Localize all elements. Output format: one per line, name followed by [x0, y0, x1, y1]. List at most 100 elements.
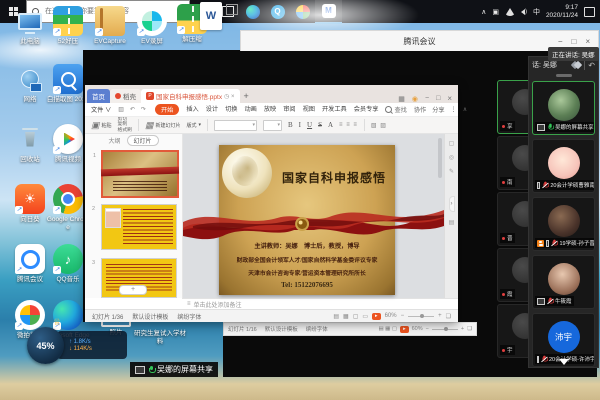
font-family-select[interactable]: ▾: [214, 120, 257, 131]
wps-window: 首页 稻壳 国家自科申报感悟.pptx◷ × + ▦ ◉ − □ × 文件 ∨ …: [85, 85, 458, 322]
underline-button[interactable]: U: [307, 121, 312, 129]
share-button[interactable]: 分享: [432, 105, 444, 114]
collapse-ribbon-icon[interactable]: ∧: [463, 106, 468, 113]
desktop-icon-evrec[interactable]: ↗ EV录屏: [130, 6, 174, 46]
new-slide-button[interactable]: ▦新建幻灯片: [145, 120, 181, 131]
comment-icon[interactable]: ✎: [449, 168, 454, 175]
wps-menu-5[interactable]: 动画: [244, 104, 256, 115]
wps-maximize-button[interactable]: □: [436, 95, 440, 102]
expand-panel-tab[interactable]: ›: [449, 196, 455, 212]
taskbar-clock[interactable]: 9:17 2020/11/24: [546, 4, 578, 19]
tray-app-icon[interactable]: ▣: [492, 8, 499, 16]
wps-menu-10[interactable]: 会员专享: [354, 104, 379, 115]
wps-tab-document[interactable]: 国家自科申报感悟.pptx◷ ×: [141, 89, 240, 103]
tray-expand-icon[interactable]: ∧: [481, 8, 486, 16]
fit-screen-icon[interactable]: ❏: [467, 326, 472, 332]
wps-menu-9[interactable]: 开发工具: [322, 104, 347, 115]
wps-menu-6[interactable]: 放映: [264, 104, 276, 115]
format-painter-button[interactable]: 格式刷: [118, 128, 132, 133]
meeting-minimize-button[interactable]: −: [558, 37, 563, 46]
slide[interactable]: 国家自科申报感悟 主讲教师：吴娜 博士后，教授，博导 财政部全国会计领军人才/国…: [219, 145, 395, 295]
meeting-close-button[interactable]: ×: [585, 37, 590, 46]
participant-tile[interactable]: 20会计学硕曹雅南: [532, 139, 595, 193]
return-icon[interactable]: ↶: [588, 61, 595, 70]
wps-menu-1[interactable]: 开始: [155, 104, 179, 115]
props-icon[interactable]: ▢: [449, 140, 455, 147]
wps-tab-docer[interactable]: 稻壳: [110, 89, 141, 103]
wps-menu-4[interactable]: 切换: [225, 104, 237, 115]
fit-screen-icon[interactable]: ❏: [446, 313, 451, 320]
slide-canvas[interactable]: 国家自科申报感悟 主讲教师：吴娜 博士后，教授，博导 财政部全国会计领军人才/国…: [183, 134, 444, 298]
strike-button[interactable]: S: [318, 121, 322, 129]
file-menu[interactable]: 文件 ∨: [91, 105, 111, 114]
zoom-slider[interactable]: [408, 316, 434, 317]
tab-close-icon[interactable]: ◷ ×: [224, 93, 234, 100]
collab-button[interactable]: 协作: [414, 105, 426, 114]
participant-tile[interactable]: 牛筱霞: [532, 255, 595, 309]
network-speed-widget[interactable]: ↑ 1.8K/s ↓ 114K/s: [57, 331, 127, 359]
wps-minimize-button[interactable]: −: [425, 95, 429, 102]
view-sorter-icon[interactable]: ▦: [343, 313, 349, 320]
interface-switch-icon[interactable]: ▦: [398, 95, 405, 103]
slide-thumbnail-2[interactable]: 2: [101, 204, 177, 250]
desktop-icon-zip52[interactable]: ↗ 52好压: [46, 6, 90, 46]
participant-panel[interactable]: 话: 吴娜 ↶ 吴娜的屏幕共享 20会计学硕曹雅南 19学硕-孙子晋: [528, 56, 599, 368]
wps-tab-home[interactable]: 首页: [87, 89, 110, 103]
vip-icon[interactable]: ◉: [412, 95, 418, 103]
italic-button[interactable]: I: [299, 121, 301, 129]
zoom-out-button[interactable]: −: [401, 313, 405, 319]
view-icons[interactable]: ▤ ▦ ▢: [378, 326, 397, 332]
layout-button[interactable]: 版式 ▾: [186, 122, 201, 129]
template-name: 默认设计模板: [265, 325, 298, 333]
desktop-icon-evcapture[interactable]: ↗ EVCapture: [88, 6, 132, 46]
ime-indicator[interactable]: 中: [533, 7, 540, 17]
font-size-select[interactable]: ▾: [263, 120, 282, 131]
desktop-icon-word-doc[interactable]: ↗: [196, 2, 226, 32]
find-button[interactable]: 查找: [385, 105, 406, 114]
meeting-maximize-button[interactable]: □: [571, 37, 576, 46]
zoom-out[interactable]: −: [426, 326, 429, 332]
view-show-icon[interactable]: ▭: [362, 313, 368, 320]
shortcut-arrow-icon: ↗: [53, 86, 61, 94]
outline-tab[interactable]: 大纲: [108, 136, 120, 145]
play-slideshow-button[interactable]: ▸: [372, 313, 381, 320]
notes-bar[interactable]: ≡ 单击此处添加备注: [182, 298, 458, 309]
drag-handle[interactable]: [556, 74, 572, 77]
wps-close-button[interactable]: ×: [447, 94, 452, 103]
view-read-icon[interactable]: ▢: [353, 313, 359, 320]
scroll-down-arrow[interactable]: [559, 359, 569, 365]
slides-tab[interactable]: 幻灯片: [127, 135, 159, 146]
quick-access-icons[interactable]: ▥ ↶ ↷: [118, 106, 148, 113]
zoom-slider[interactable]: [432, 329, 458, 330]
volume-icon[interactable]: ): [521, 9, 527, 15]
insert-shape-icons[interactable]: ▧ ▨: [371, 122, 387, 129]
wps-menu-3[interactable]: 设计: [206, 104, 218, 115]
zoom-in[interactable]: +: [461, 326, 464, 332]
desktop-icon-label: 研究生复试入学材料: [134, 330, 186, 346]
wps-menu-7[interactable]: 审阅: [283, 104, 295, 115]
view-normal-icon[interactable]: ▤: [333, 313, 339, 320]
font-color-button[interactable]: A: [328, 121, 333, 129]
add-slide-button[interactable]: +: [119, 285, 147, 295]
more-tools-icon[interactable]: ▤: [449, 219, 455, 226]
paste-button[interactable]: ▣粘贴: [91, 120, 112, 131]
slide-thumbnail-1[interactable]: 1: [101, 150, 179, 198]
notes-placeholder: 单击此处添加备注: [194, 300, 242, 309]
bold-button[interactable]: B: [288, 121, 293, 129]
meeting-titlebar[interactable]: 腾讯会议 − □ ×: [240, 30, 599, 51]
play-button[interactable]: ▸: [400, 326, 409, 333]
participant-tile[interactable]: 吴娜的屏幕共享: [532, 81, 595, 135]
wifi-icon[interactable]: [505, 8, 515, 16]
wps-menu-2[interactable]: 插入: [186, 104, 198, 115]
new-tab-button[interactable]: +: [244, 89, 249, 103]
memory-usage-ball[interactable]: 45%: [27, 327, 64, 364]
notification-center-icon[interactable]: [584, 7, 595, 17]
canvas-scrollbar[interactable]: [438, 138, 442, 178]
animation-icon[interactable]: ◎: [449, 154, 454, 161]
more-menu-icon[interactable]: ⋮: [451, 106, 457, 113]
participant-tile[interactable]: 19学硕-孙子晋: [532, 197, 595, 251]
zoom-in-button[interactable]: +: [438, 313, 442, 319]
align-buttons[interactable]: ≡ ≡ ≡: [339, 122, 358, 128]
wps-menu-8[interactable]: 视图: [303, 104, 315, 115]
screen-share-banner[interactable]: 吴娜的屏幕共享: [130, 362, 218, 377]
